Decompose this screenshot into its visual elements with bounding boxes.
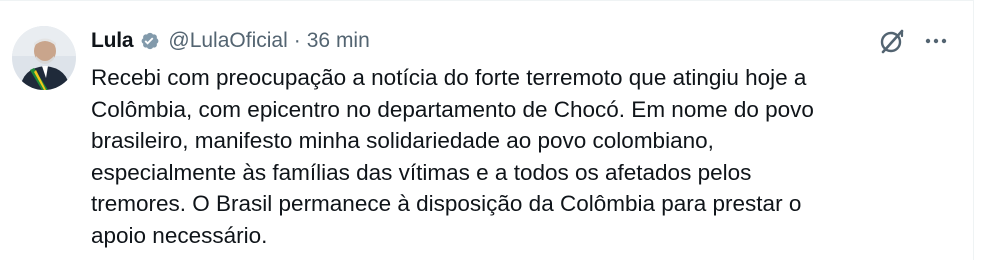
- separator-dot: ·: [293, 29, 301, 52]
- tweet-frame: Lula @LulaOficial · 36 min Recebi com pr…: [0, 0, 984, 260]
- verified-badge-icon[interactable]: [138, 30, 160, 52]
- divider-right: [973, 0, 974, 260]
- grok-icon[interactable]: [877, 26, 907, 56]
- timestamp[interactable]: 36 min: [307, 29, 370, 53]
- more-options-icon[interactable]: [923, 28, 949, 54]
- author-name[interactable]: Lula: [91, 29, 134, 53]
- author-handle[interactable]: @LulaOficial: [168, 29, 287, 53]
- tweet-text: Recebi com preocupação a notícia do fort…: [91, 65, 814, 248]
- tweet-actions: [877, 26, 949, 56]
- tweet-card[interactable]: Lula @LulaOficial · 36 min Recebi com pr…: [0, 0, 973, 260]
- tweet-header: Lula @LulaOficial · 36 min: [91, 26, 370, 56]
- avatar[interactable]: [12, 26, 76, 90]
- avatar-image: [12, 26, 76, 90]
